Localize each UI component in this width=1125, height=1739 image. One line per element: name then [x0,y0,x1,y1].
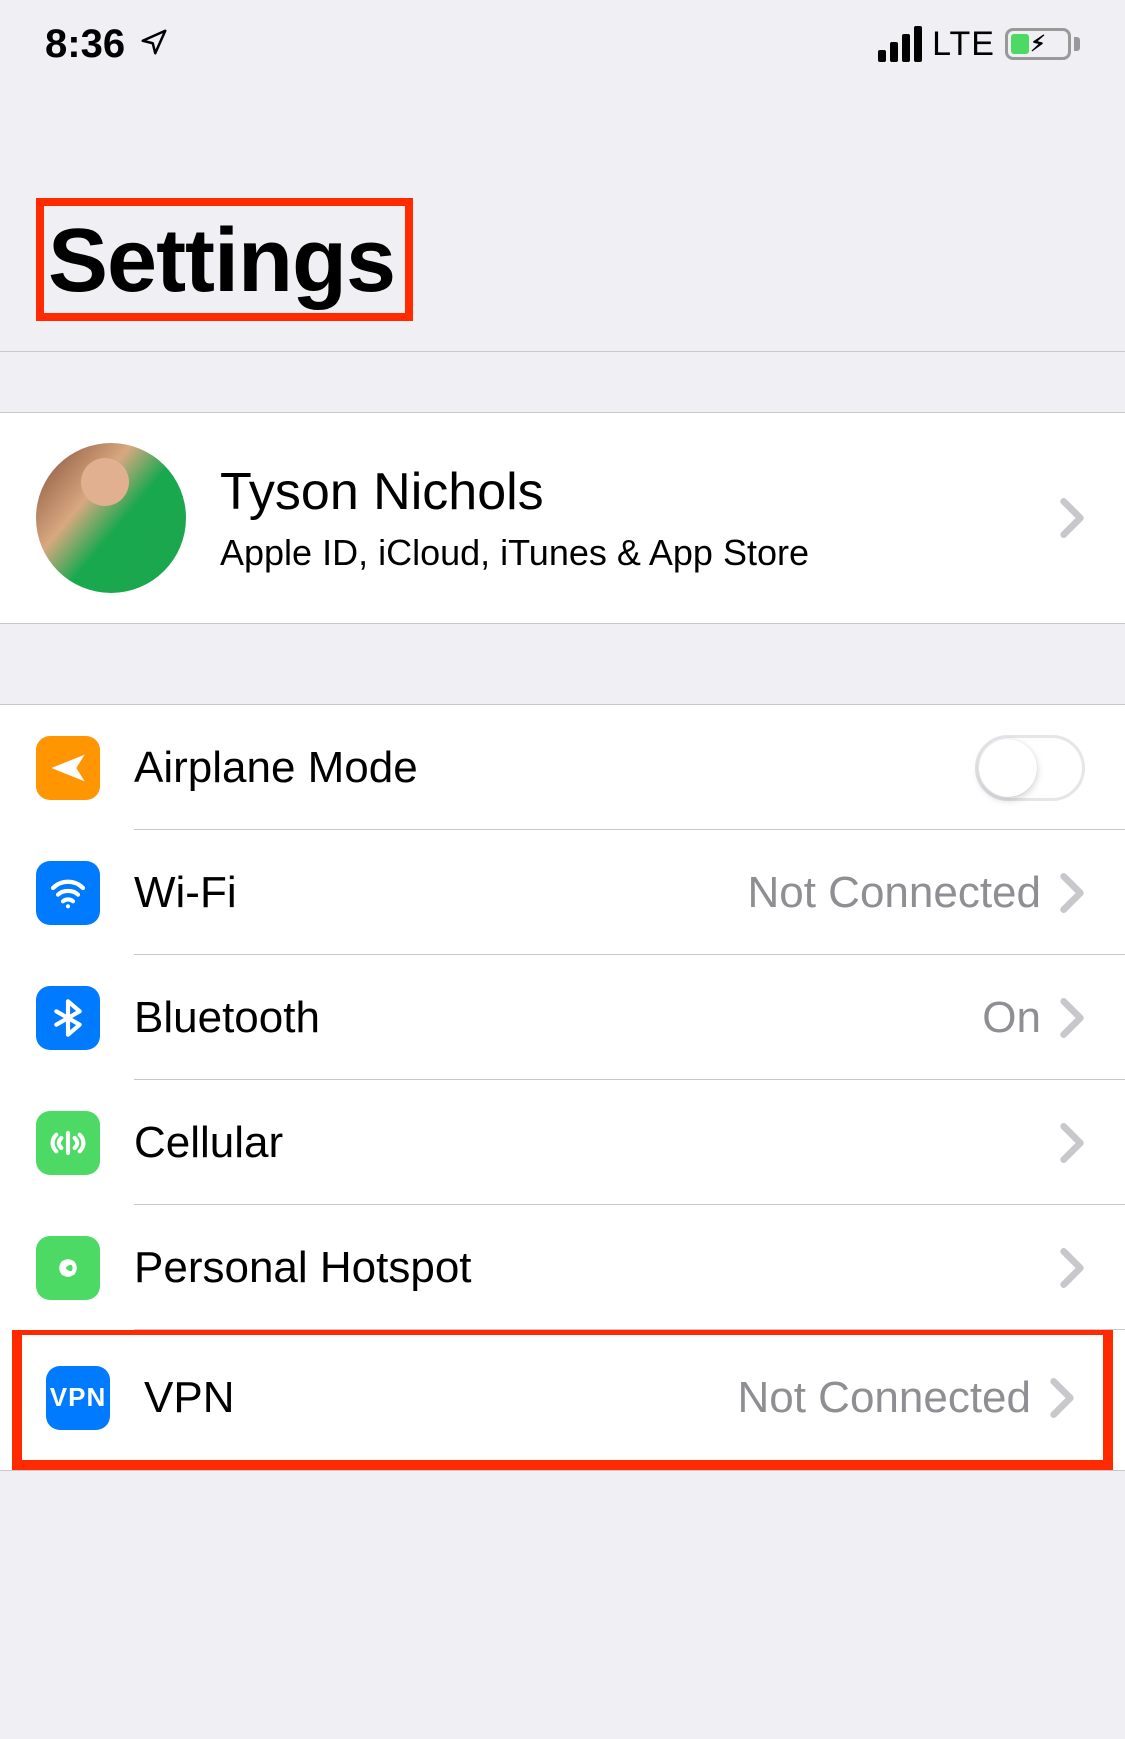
apple-id-row[interactable]: Tyson Nichols Apple ID, iCloud, iTunes &… [0,413,1125,623]
chevron-right-icon [1059,998,1085,1038]
section-gap [0,352,1125,412]
cellular-icon [36,1111,100,1175]
page-header: Settings [0,88,1125,352]
row-label: Bluetooth [134,993,320,1043]
chevron-right-icon [1059,873,1085,913]
vpn-row[interactable]: VPN VPN Not Connected [22,1335,1103,1460]
vpn-row-highlight: VPN VPN Not Connected [12,1325,1113,1470]
apple-id-group: Tyson Nichols Apple ID, iCloud, iTunes &… [0,412,1125,624]
apple-id-subtitle: Apple ID, iCloud, iTunes & App Store [220,532,1059,574]
connectivity-group: Airplane Mode Wi-Fi Not Connected Blueto… [0,704,1125,1471]
chevron-right-icon [1049,1378,1075,1418]
row-detail: Not Connected [747,868,1041,918]
airplane-mode-switch[interactable] [975,735,1085,801]
cellular-signal-icon [878,26,922,62]
row-label: Cellular [134,1118,283,1168]
cellular-row[interactable]: Cellular [0,1080,1125,1205]
status-time: 8:36 [45,22,125,67]
apple-id-text: Tyson Nichols Apple ID, iCloud, iTunes &… [220,462,1059,574]
battery-icon: ⚡︎ [1005,28,1080,60]
status-left: 8:36 [45,22,169,67]
vpn-icon-text: VPN [50,1382,106,1413]
personal-hotspot-row[interactable]: Personal Hotspot [0,1205,1125,1330]
bluetooth-icon [36,986,100,1050]
row-label: VPN [144,1373,234,1423]
wifi-icon [36,861,100,925]
chevron-right-icon [1059,1248,1085,1288]
status-right: LTE ⚡︎ [878,25,1080,64]
vpn-icon: VPN [46,1366,110,1430]
page-title: Settings [36,198,413,321]
status-bar: 8:36 LTE ⚡︎ [0,0,1125,88]
row-detail: On [982,993,1041,1043]
apple-id-name: Tyson Nichols [220,462,1059,522]
row-label: Airplane Mode [134,743,418,793]
bluetooth-row[interactable]: Bluetooth On [0,955,1125,1080]
chevron-right-icon [1059,1123,1085,1163]
location-icon [139,22,169,67]
row-detail: Not Connected [737,1373,1031,1423]
airplane-icon [36,736,100,800]
hotspot-icon [36,1236,100,1300]
row-label: Wi-Fi [134,868,237,918]
chevron-right-icon [1059,498,1085,538]
wifi-row[interactable]: Wi-Fi Not Connected [0,830,1125,955]
avatar [36,443,186,593]
section-gap [0,624,1125,704]
row-label: Personal Hotspot [134,1243,472,1293]
airplane-mode-row[interactable]: Airplane Mode [0,705,1125,830]
network-type: LTE [932,25,995,64]
